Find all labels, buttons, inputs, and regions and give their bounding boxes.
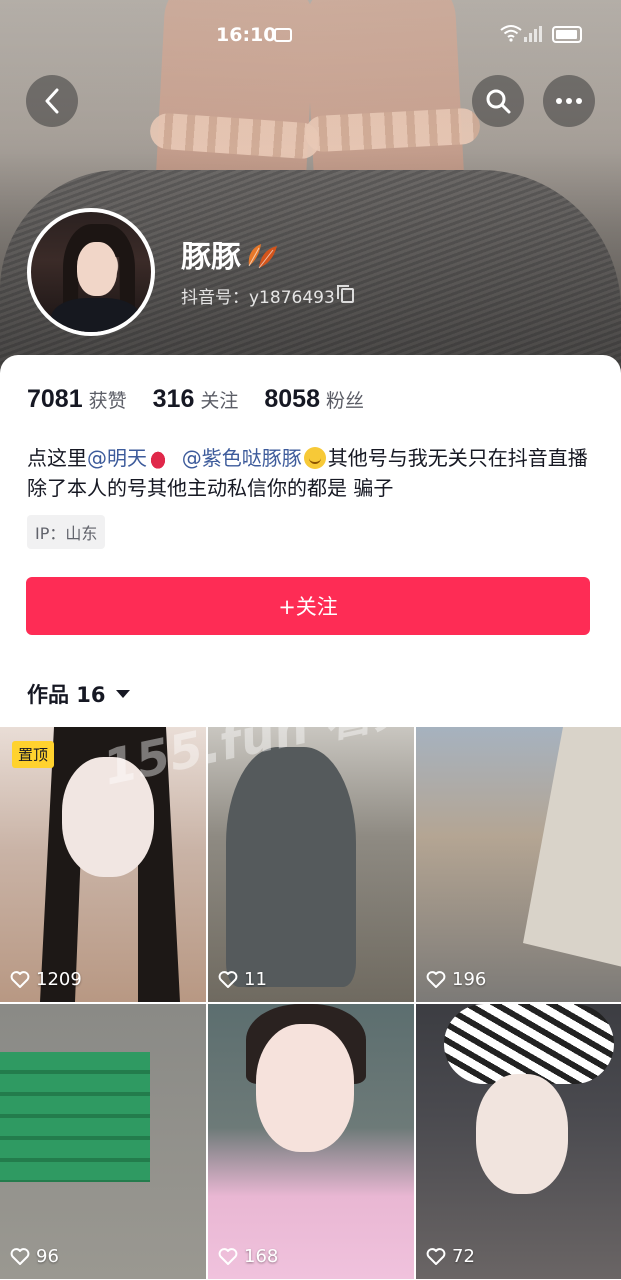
caret-down-icon <box>115 690 130 698</box>
back-icon <box>45 88 59 114</box>
douyin-id[interactable]: 抖音号：y1876493 <box>181 283 354 308</box>
video-tile[interactable]: 196 <box>416 727 621 1002</box>
stat-following[interactable]: 316 关注 <box>153 385 239 414</box>
heart-icon <box>10 1247 30 1265</box>
lips-emoji-icon <box>147 447 169 469</box>
video-grid: 置顶 1209 11 196 96 168 72 <box>0 727 621 1279</box>
video-like-count-text: 196 <box>452 969 487 990</box>
bio: 点这里@明天 @紫色哒豚豚 其他号与我无关只在抖音直播除了本人的号其他主动私信你的… <box>27 443 602 503</box>
video-like-count: 96 <box>10 1246 59 1267</box>
stat-followers-label: 粉丝 <box>326 390 365 412</box>
wifi-icon <box>500 24 522 47</box>
copy-icon[interactable] <box>336 285 354 303</box>
heart-icon <box>426 970 446 988</box>
tile-figure <box>226 747 356 987</box>
video-like-count-text: 168 <box>244 1246 279 1267</box>
back-button[interactable] <box>26 75 78 127</box>
battery-icon <box>552 26 582 43</box>
follow-button[interactable]: +关注 <box>26 577 590 635</box>
bio-mention-1[interactable]: @明天 <box>87 446 147 470</box>
video-tile[interactable]: 72 <box>416 1004 621 1279</box>
tile-face <box>476 1074 568 1194</box>
tile-wall <box>523 727 621 967</box>
nickname: 豚豚 <box>181 232 281 276</box>
stat-followers-value: 8058 <box>264 385 320 413</box>
app-notification-icon <box>274 28 292 42</box>
stat-followers[interactable]: 8058 粉丝 <box>264 385 364 414</box>
stat-following-label: 关注 <box>200 390 239 412</box>
tab-works-label: 作品 16 <box>27 683 106 707</box>
leaf-icon <box>248 244 277 269</box>
avatar-face <box>77 242 117 296</box>
video-like-count: 168 <box>218 1246 278 1267</box>
video-like-count: 72 <box>426 1246 475 1267</box>
signal-icon <box>524 26 542 42</box>
bio-mention-2[interactable]: @紫色哒豚豚 <box>182 446 302 470</box>
nickname-text: 豚豚 <box>181 240 241 275</box>
douyin-id-text: 抖音号：y1876493 <box>181 288 335 308</box>
avatar-body <box>51 298 141 332</box>
tab-works[interactable]: 作品 16 <box>27 679 130 709</box>
tile-bow <box>444 1004 614 1084</box>
video-like-count-text: 72 <box>452 1246 475 1267</box>
heart-icon <box>218 970 238 988</box>
smile-emoji-icon <box>303 447 326 469</box>
status-time: 16:10 <box>216 24 277 46</box>
stat-following-value: 316 <box>152 385 195 413</box>
video-like-count-text: 11 <box>244 969 267 990</box>
stat-likes-value: 7081 <box>27 385 83 413</box>
video-like-count: 196 <box>426 969 486 990</box>
video-tile[interactable]: 168 <box>208 1004 414 1279</box>
heart-icon <box>426 1247 446 1265</box>
search-button[interactable] <box>472 75 524 127</box>
more-icon <box>556 98 582 104</box>
tile-truck <box>0 1052 150 1182</box>
ip-badge: IP：山东 <box>27 515 106 549</box>
status-bar: 16:10 <box>0 18 621 54</box>
stats-row: 7081 获赞 316 关注 8058 粉丝 <box>27 385 390 414</box>
video-like-count-text: 1209 <box>36 969 82 990</box>
video-tile[interactable]: 96 <box>0 1004 206 1279</box>
more-button[interactable] <box>543 75 595 127</box>
heart-icon <box>10 970 30 988</box>
stat-likes-label: 获赞 <box>88 390 127 412</box>
video-like-count-text: 96 <box>36 1246 59 1267</box>
heart-icon <box>218 1247 238 1265</box>
video-like-count: 11 <box>218 969 267 990</box>
pinned-badge: 置顶 <box>12 741 55 768</box>
bio-prefix: 点这里 <box>27 446 87 470</box>
avatar[interactable] <box>27 208 155 336</box>
tile-face <box>256 1024 354 1152</box>
video-like-count: 1209 <box>10 969 82 990</box>
search-icon <box>486 89 511 114</box>
stat-likes[interactable]: 7081 获赞 <box>27 385 127 414</box>
